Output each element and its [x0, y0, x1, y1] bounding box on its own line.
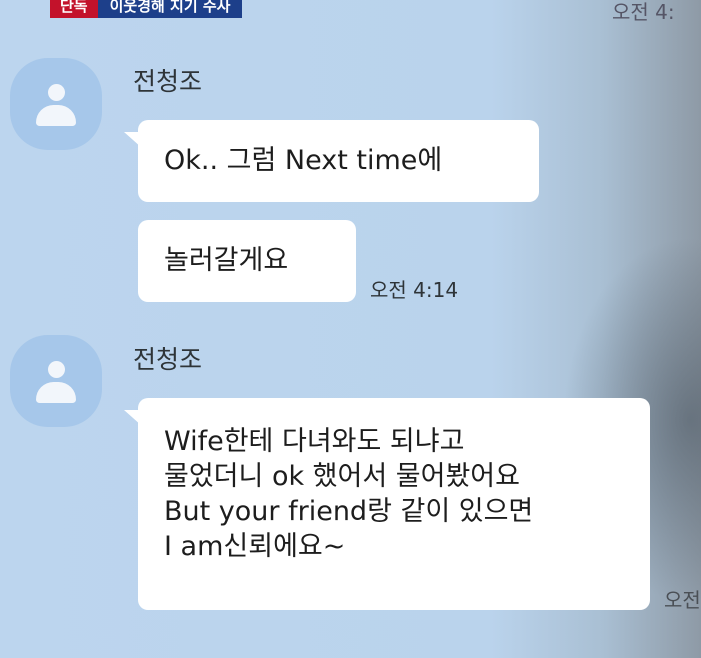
avatar[interactable] — [10, 58, 102, 150]
message-text-line: I am신뢰에요~ — [164, 531, 346, 562]
news-tag-headline: 이웃경해 지기 수사 — [97, 0, 243, 18]
avatar[interactable] — [10, 335, 102, 427]
message-text: Ok.. 그럼 Next time에 — [164, 145, 443, 176]
message-text: 놀러갈게요 — [164, 245, 289, 276]
message-time: 오전 — [664, 588, 701, 612]
news-caption-banner: 단독 이웃경해 지기 수사 — [50, 0, 243, 18]
message-text-line: But your friend랑 같이 있으면 — [164, 496, 534, 527]
message-bubble[interactable]: Wife한테 다녀와도 되냐고 물었더니 ok 했어서 물어봤어요 But yo… — [124, 398, 650, 610]
news-tag-exclusive: 단독 — [50, 0, 98, 18]
person-icon-body — [36, 382, 76, 403]
person-icon-body — [36, 105, 76, 126]
message-bubble[interactable]: 놀러갈게요 — [138, 220, 356, 302]
message-text-line: 물었더니 ok 했어서 물어봤어요 — [164, 461, 520, 492]
message-text-line: Wife한테 다녀와도 되냐고 — [164, 426, 465, 457]
sender-name: 전청조 — [133, 345, 203, 374]
message-time: 오전 4:14 — [370, 278, 459, 302]
person-icon-head — [48, 84, 65, 101]
message-time: 오전 4: — [612, 0, 675, 24]
person-icon-head — [48, 361, 65, 378]
sender-name: 전청조 — [133, 67, 203, 96]
message-bubble[interactable]: Ok.. 그럼 Next time에 — [124, 120, 539, 202]
